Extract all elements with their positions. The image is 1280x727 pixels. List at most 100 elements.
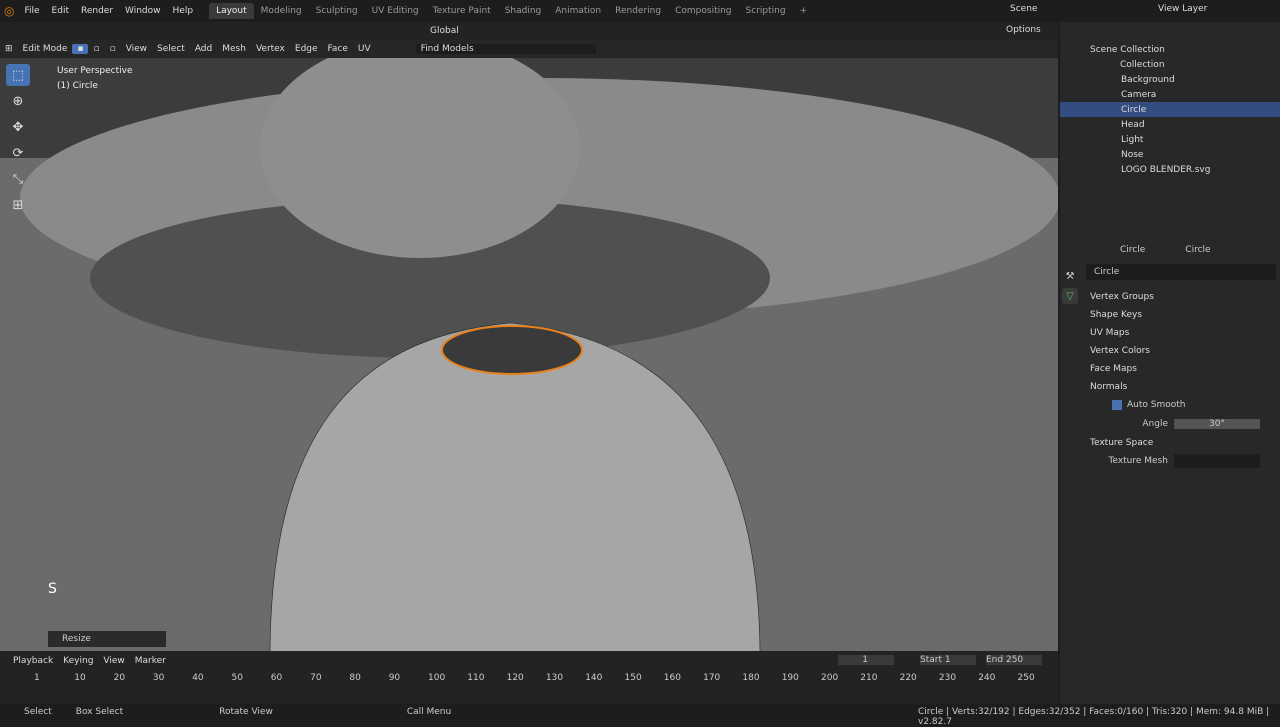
status-bar: Select Box Select Rotate View Call Menu … [0,704,1280,727]
outliner-logo-blender-svg[interactable]: LOGO BLENDER.svg [1060,162,1280,177]
timeline-tick-label: 20 [113,673,126,683]
tab-modeling[interactable]: Modeling [254,3,309,19]
texture-mesh-label: Texture Mesh [1108,456,1168,466]
panel-texture-space[interactable]: Texture Space [1082,434,1280,452]
tab-animation[interactable]: Animation [548,3,608,19]
menu-playback[interactable]: Playback [8,656,58,666]
tab-texture-paint[interactable]: Texture Paint [426,3,498,19]
timeline-tick-label: 100 [428,673,446,683]
timeline-tick-label: 10 [74,673,86,683]
outliner-head[interactable]: Head [1060,117,1280,132]
texture-mesh-field[interactable] [1174,454,1260,468]
outliner-circle[interactable]: Circle [1060,102,1280,117]
scene-collection[interactable]: Scene Collection [1060,42,1280,57]
menu-marker[interactable]: Marker [130,656,171,666]
add-workspace-button[interactable]: + [793,3,815,19]
menu-view[interactable]: View [121,44,152,54]
options-button[interactable]: Options [1006,25,1041,35]
menu-render[interactable]: Render [75,6,119,16]
editor-type-icon[interactable]: ⊞ [0,44,18,54]
object-data-tab-icon[interactable]: ▽ [1062,288,1078,304]
mesh-name-field[interactable]: Circle [1094,267,1119,277]
timeline-tick-label: 250 [1017,673,1035,683]
start-label: Start [920,655,942,665]
start-frame-field[interactable]: Start 1 [920,655,976,665]
menu-edit[interactable]: Edit [46,6,75,16]
select-mode-face[interactable]: ▫ [105,44,121,54]
timeline-tick-label: 200 [821,673,839,683]
timeline-tick-label: 190 [781,673,799,683]
props-object-name[interactable]: Circle [1120,245,1145,255]
cursor-tool-icon[interactable]: ⊕ [6,90,30,112]
tab-sculpting[interactable]: Sculpting [309,3,365,19]
scene-name[interactable]: Scene [1010,4,1037,14]
outliner-background[interactable]: Background [1060,72,1280,87]
panel-normals[interactable]: Normals [1082,378,1280,396]
menu-file[interactable]: File [18,6,45,16]
tab-compositing[interactable]: Compositing [668,3,738,19]
panel-vertex-groups[interactable]: Vertex Groups [1082,288,1280,306]
outliner-camera[interactable]: Camera [1060,87,1280,102]
viewport-tool-header: Global Options [0,22,1058,40]
select-box-tool-icon[interactable]: ⬚ [6,64,30,86]
tool-tab-icon[interactable]: ⚒ [1062,268,1078,284]
outliner-collection[interactable]: Collection [1060,57,1280,72]
tab-scripting[interactable]: Scripting [739,3,793,19]
menu-help[interactable]: Help [167,6,200,16]
transform-orientation[interactable]: Global [430,26,459,36]
mode-select[interactable]: Edit Mode [18,44,73,54]
panel-shape-keys[interactable]: Shape Keys [1082,306,1280,324]
panel-uv-maps[interactable]: UV Maps [1082,324,1280,342]
menu-timeline-view[interactable]: View [98,656,129,666]
menu-select[interactable]: Select [152,44,190,54]
panel-vertex-colors[interactable]: Vertex Colors [1082,342,1280,360]
timeline-tick-label: 210 [860,673,878,683]
blender-logo-icon[interactable]: ◎ [4,4,14,18]
angle-label: Angle [1142,419,1168,429]
props-data-name[interactable]: Circle [1185,245,1210,255]
menu-window[interactable]: Window [119,6,167,16]
move-tool-icon[interactable]: ✥ [6,116,30,138]
outliner: Scene Collection Collection Background C… [1060,22,1280,240]
menu-face[interactable]: Face [323,44,353,54]
timeline-ruler[interactable]: 1 10 20 30 40 50 60 70 80 90 100 110 120 130 140 150 160… [0,673,1058,687]
panel-face-maps[interactable]: Face Maps [1082,360,1280,378]
auto-smooth-checkbox[interactable] [1112,400,1122,410]
timeline-tick-label: 90 [388,673,401,683]
status-call-menu: Call Menu [406,707,452,717]
tab-shading[interactable]: Shading [498,3,549,19]
menu-uv[interactable]: UV [353,44,376,54]
tab-rendering[interactable]: Rendering [608,3,668,19]
menu-vertex[interactable]: Vertex [251,44,290,54]
menu-edge[interactable]: Edge [290,44,323,54]
timeline-tick-label: 170 [703,673,721,683]
menu-mesh[interactable]: Mesh [217,44,251,54]
status-rotate-view: Rotate View [219,707,273,717]
transform-tool-icon[interactable]: ⊞ [6,194,30,216]
end-label: End [986,655,1004,665]
outliner-nose[interactable]: Nose [1060,147,1280,162]
angle-field[interactable]: 30° [1174,419,1260,429]
menu-add[interactable]: Add [190,44,217,54]
operator-panel-resize[interactable]: Resize [48,631,166,647]
menu-keying[interactable]: Keying [58,656,98,666]
scale-tool-icon[interactable]: ⤡ [6,168,30,190]
view-layer-name[interactable]: View Layer [1158,4,1207,14]
end-frame-field[interactable]: End 250 [986,655,1042,665]
outliner-light[interactable]: Light [1060,132,1280,147]
select-mode-edge[interactable]: ▫ [88,44,104,54]
timeline-tick-label: 70 [310,673,322,683]
tab-layout[interactable]: Layout [209,3,254,19]
select-mode-vertex[interactable]: ▪ [72,44,89,54]
viewport-header: ⊞ Edit Mode ▪ ▫ ▫ View Select Add Mesh V… [0,40,1058,58]
scene-render [0,58,1058,651]
tab-uv-editing[interactable]: UV Editing [365,3,426,19]
current-frame-field[interactable]: 1 [838,655,894,665]
timeline-tick-label: 50 [231,673,243,683]
timeline-tick-label: 240 [978,673,996,683]
find-models-field[interactable]: Find Models [415,44,596,54]
rotate-tool-icon[interactable]: ⟳ [6,142,30,164]
tool-shelf: ⬚ ⊕ ✥ ⟳ ⤡ ⊞ [6,64,34,220]
timeline-tick-label: 130 [545,673,564,683]
3d-viewport[interactable]: User Perspective (1) Circle S Resize [0,58,1058,651]
